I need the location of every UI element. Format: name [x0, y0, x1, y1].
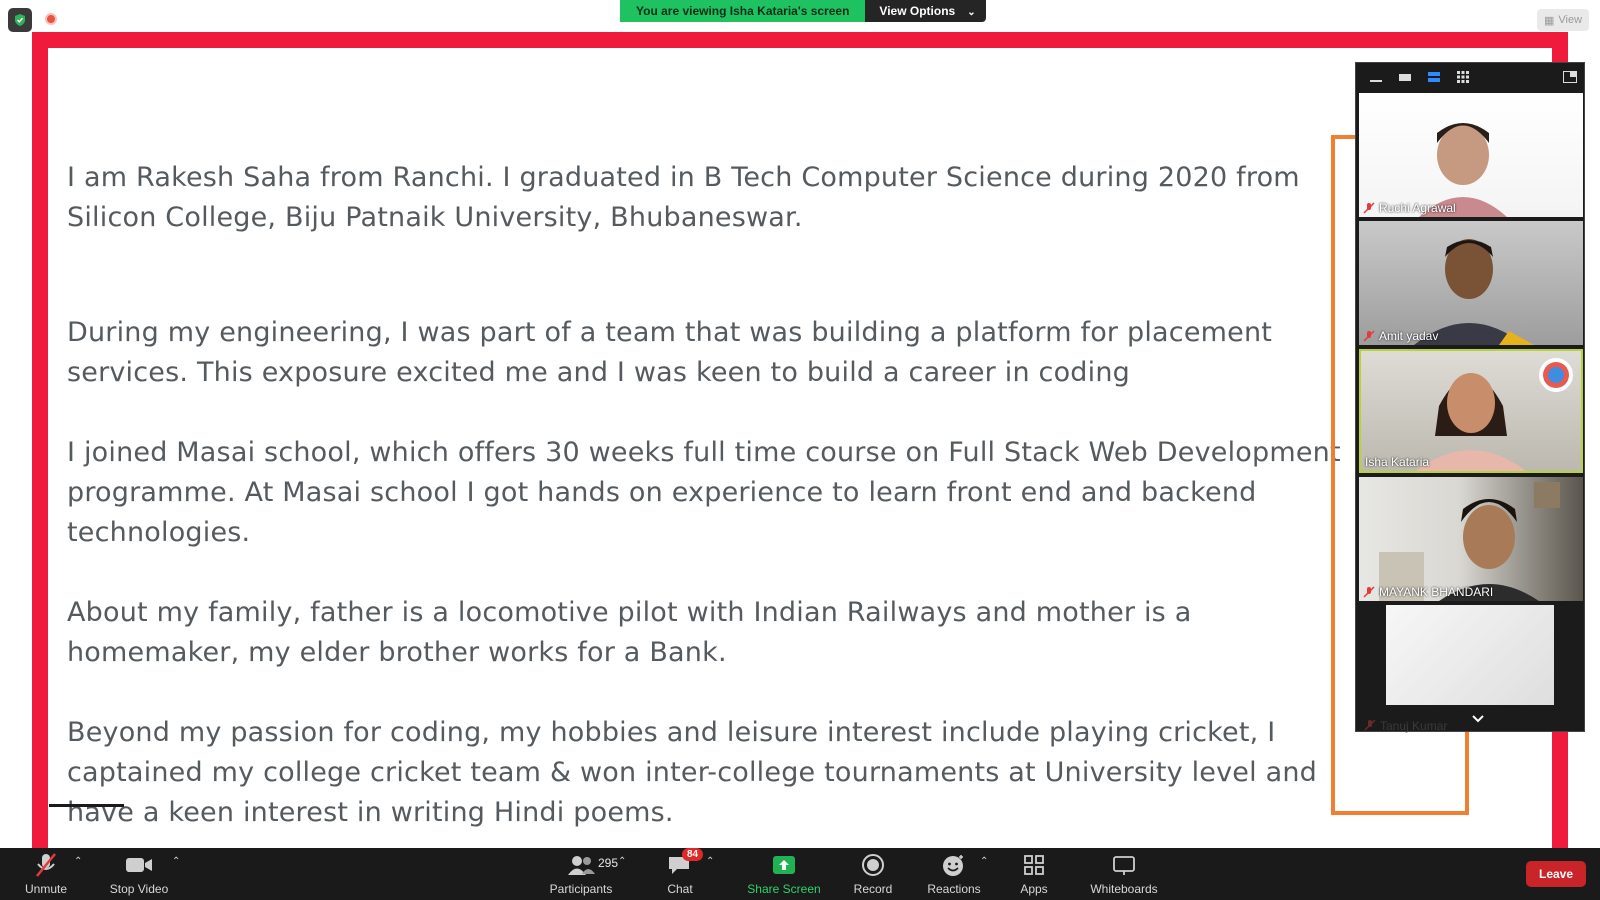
gallery-scroll-down-icon[interactable]	[1466, 709, 1490, 729]
view-button-label: View	[1558, 14, 1583, 26]
slide-paragraph: About my family, father is a locomotive …	[67, 597, 1192, 668]
stop-video-button[interactable]: Stop Video	[106, 848, 172, 900]
slide-paragraph: I am Rakesh Saha from Ranchi. I graduate…	[67, 162, 1300, 233]
participant-name: Amit yadav	[1363, 329, 1438, 343]
whiteboard-icon	[1111, 850, 1137, 880]
view-options-label: View Options	[879, 4, 956, 18]
video-gallery-panel: Ruchi Agrawal Amit yadav Isha Kataria MA…	[1355, 62, 1585, 733]
participants-label: Participants	[549, 882, 613, 896]
stop-video-label: Stop Video	[109, 882, 169, 896]
view-options-button[interactable]: View Options ⌄	[865, 0, 986, 22]
participants-icon	[566, 850, 596, 880]
view-button[interactable]: ▦ View	[1537, 9, 1589, 31]
apps-label: Apps	[1020, 882, 1048, 896]
reactions-button[interactable]: Reactions	[924, 848, 984, 900]
security-shield-icon[interactable]	[8, 8, 32, 32]
unmute-label: Unmute	[24, 882, 68, 896]
participant-name-label: Amit yadav	[1379, 329, 1439, 343]
reactions-options-caret-icon[interactable]: ⌃	[980, 856, 988, 867]
speaker-view-icon[interactable]	[1426, 70, 1442, 84]
participant-tile[interactable]	[1386, 605, 1554, 705]
gallery-view-icon[interactable]	[1455, 70, 1471, 84]
reactions-label: Reactions	[927, 882, 981, 896]
apps-button[interactable]: Apps	[1018, 848, 1050, 900]
leave-button[interactable]: Leave	[1526, 861, 1586, 887]
chat-options-caret-icon[interactable]: ⌃	[706, 856, 714, 867]
participant-name-label: Tanuj Kumar	[1380, 719, 1448, 733]
annotation-underline	[49, 804, 124, 807]
slide-paragraph: Beyond my passion for coding, my hobbies…	[67, 717, 1317, 828]
share-screen-arrow-icon	[771, 850, 797, 880]
grid-icon: ▦	[1543, 14, 1555, 27]
meeting-toolbar: Unmute ⌃ Stop Video ⌃ Participants 295 ⌃…	[0, 848, 1600, 900]
participant-tile[interactable]: Amit yadav	[1359, 221, 1583, 345]
participant-name: Ruchi Agrawal	[1363, 201, 1456, 215]
record-icon	[861, 850, 885, 880]
participants-count: 295	[598, 856, 619, 870]
viewing-banner: You are viewing Isha Kataria's screen Vi…	[620, 0, 986, 22]
slide-paragraph: I joined Masai school, which offers 30 w…	[67, 437, 1341, 548]
chat-unread-badge: 84	[682, 848, 704, 861]
video-camera-icon	[125, 850, 153, 880]
minimize-icon[interactable]	[1368, 70, 1384, 84]
hide-video-icon[interactable]	[1397, 70, 1413, 84]
participant-video	[1379, 482, 1560, 601]
video-options-caret-icon[interactable]: ⌃	[172, 856, 180, 867]
record-label: Record	[853, 882, 893, 896]
mic-muted-icon	[1363, 330, 1375, 342]
participant-tile-active-speaker[interactable]: Isha Kataria	[1359, 349, 1583, 473]
slide-paragraph: During my engineering, I was part of a t…	[67, 317, 1273, 388]
gallery-header	[1356, 63, 1584, 91]
share-screen-label: Share Screen	[747, 882, 821, 896]
mic-muted-icon	[1363, 586, 1375, 598]
unmute-button[interactable]: Unmute	[18, 848, 74, 900]
top-strip: You are viewing Isha Kataria's screen Vi…	[0, 0, 1600, 32]
whiteboards-label: Whiteboards	[1090, 882, 1158, 896]
recording-indicator-icon	[45, 13, 57, 25]
participant-video	[1416, 358, 1573, 471]
participants-options-caret-icon[interactable]: ⌃	[618, 856, 626, 867]
participant-name: MAYANK BHANDARI	[1363, 585, 1493, 599]
mic-muted-icon	[1364, 719, 1376, 731]
chevron-down-icon: ⌄	[967, 7, 976, 18]
mic-muted-icon	[33, 850, 59, 880]
participant-name-label: Isha Kataria	[1365, 455, 1430, 469]
participant-video	[1414, 239, 1534, 345]
mic-muted-icon	[1363, 202, 1375, 214]
participant-tile[interactable]: MAYANK BHANDARI	[1359, 477, 1583, 601]
participant-name-label: MAYANK BHANDARI	[1379, 585, 1494, 599]
audio-options-caret-icon[interactable]: ⌃	[74, 856, 82, 867]
record-button[interactable]: Record	[848, 848, 898, 900]
viewing-text: You are viewing Isha Kataria's screen	[620, 0, 866, 22]
participant-tile[interactable]: Ruchi Agrawal	[1359, 93, 1583, 217]
participant-name: Isha Kataria	[1365, 455, 1429, 469]
participant-name: Tanuj Kumar	[1364, 719, 1447, 733]
participant-video	[1419, 123, 1507, 217]
smiley-reaction-icon	[941, 850, 967, 880]
participant-name-label: Ruchi Agrawal	[1379, 201, 1456, 215]
chat-label: Chat	[667, 882, 693, 896]
apps-icon	[1022, 850, 1046, 880]
pop-out-icon[interactable]	[1562, 70, 1578, 84]
whiteboards-button[interactable]: Whiteboards	[1088, 848, 1160, 900]
share-screen-button[interactable]: Share Screen	[744, 848, 824, 900]
